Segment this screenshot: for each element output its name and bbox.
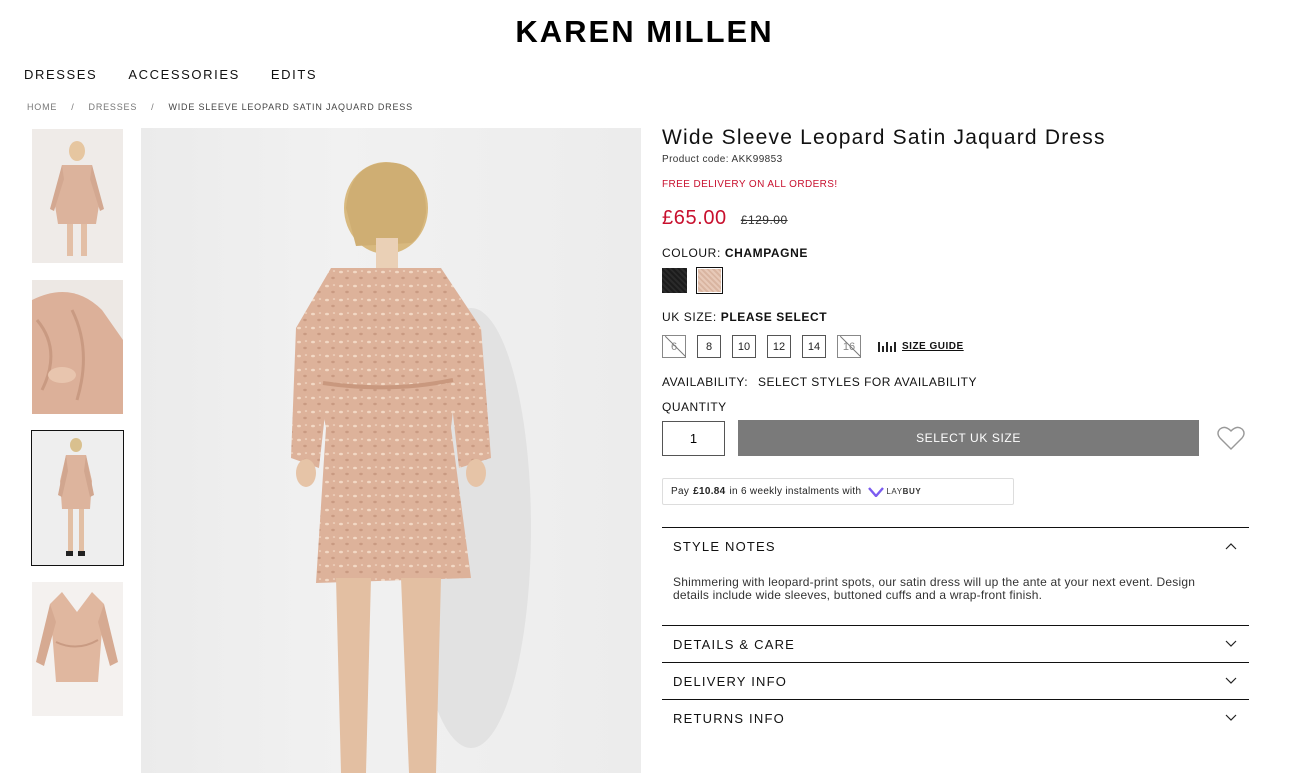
nav-item-edits[interactable]: EDITS	[271, 67, 317, 82]
colour-label: COLOUR: CHAMPAGNE	[662, 246, 1249, 260]
chevron-down-icon	[1225, 714, 1237, 721]
size-14[interactable]: 14	[802, 335, 826, 358]
sleeve-detail-image	[32, 280, 123, 414]
accordion-delivery-info-title: DELIVERY INFO	[673, 673, 788, 689]
accordion-details-care-header[interactable]: DETAILS & CARE	[662, 626, 1249, 662]
accordion-delivery-info: DELIVERY INFO	[662, 662, 1249, 699]
breadcrumb-separator: /	[71, 102, 75, 112]
swatch-black[interactable]	[662, 268, 687, 293]
size-label-text: UK SIZE:	[662, 310, 717, 324]
size-8[interactable]: 8	[697, 335, 721, 358]
accordion-details-care: DETAILS & CARE	[662, 625, 1249, 662]
breadcrumb-current: WIDE SLEEVE LEOPARD SATIN JAQUARD DRESS	[168, 102, 413, 112]
accordion-delivery-info-header[interactable]: DELIVERY INFO	[662, 663, 1249, 699]
chevron-up-icon	[1225, 543, 1237, 550]
quantity-label: QUANTITY	[662, 400, 727, 414]
breadcrumb: HOME / DRESSES / WIDE SLEEVE LEOPARD SAT…	[27, 102, 413, 112]
nav-item-dresses[interactable]: DRESSES	[24, 67, 97, 82]
laybuy-pre: Pay	[671, 486, 690, 497]
accordion-style-notes-title: STYLE NOTES	[673, 538, 776, 554]
laybuy-brand-a: LAY	[886, 487, 903, 496]
availability-label: AVAILABILITY:	[662, 375, 749, 389]
product-code: Product code: AKK99853	[662, 154, 783, 165]
size-12[interactable]: 12	[767, 335, 791, 358]
dress-front-image	[32, 129, 123, 263]
accordion-style-notes-header[interactable]: STYLE NOTES	[662, 528, 1249, 564]
accordion-details-care-title: DETAILS & CARE	[673, 636, 796, 652]
size-16-unavailable[interactable]: 16	[837, 335, 861, 358]
chevron-down-icon	[1225, 677, 1237, 684]
main-nav: DRESSES ACCESSORIES EDITS	[24, 67, 317, 82]
accordion-returns-info-title: RETURNS INFO	[673, 710, 785, 726]
size-10[interactable]: 10	[732, 335, 756, 358]
accordion-style-notes: STYLE NOTES Shimmering with leopard-prin…	[662, 527, 1249, 625]
chevron-down-icon	[1225, 640, 1237, 647]
laybuy-banner[interactable]: Pay £10.84 in 6 weekly instalments with …	[662, 478, 1014, 505]
quantity-input[interactable]	[662, 420, 725, 456]
size-6-unavailable[interactable]: 6	[662, 335, 686, 358]
laybuy-logo: LAY BUY	[868, 486, 921, 497]
product-accordion: STYLE NOTES Shimmering with leopard-prin…	[662, 527, 1249, 736]
breadcrumb-separator: /	[151, 102, 155, 112]
laybuy-post: in 6 weekly instalments with	[729, 486, 862, 497]
laybuy-heart-icon	[868, 487, 885, 497]
thumbnail-back[interactable]	[31, 430, 124, 566]
model-back-view-image	[291, 162, 531, 773]
main-product-image[interactable]	[141, 128, 641, 773]
product-title: Wide Sleeve Leopard Satin Jaquard Dress	[662, 126, 1106, 149]
add-to-bag-row: SELECT UK SIZE	[662, 420, 1249, 456]
size-selector: 6 8 10 12 14 16 SIZE GUIDE	[662, 335, 1249, 358]
size-value: PLEASE SELECT	[720, 310, 828, 324]
thumbnail-sleeve-detail[interactable]	[32, 280, 123, 414]
laybuy-brand-b: BUY	[902, 487, 922, 496]
breadcrumb-home[interactable]: HOME	[27, 102, 57, 112]
free-delivery-banner: FREE DELIVERY ON ALL ORDERS!	[662, 179, 838, 190]
nav-item-accessories[interactable]: ACCESSORIES	[128, 67, 240, 82]
was-price: £129.00	[740, 213, 788, 227]
size-label: UK SIZE: PLEASE SELECT	[662, 310, 1249, 324]
thumbnail-gallery	[31, 129, 124, 733]
colour-swatches	[662, 267, 1249, 294]
laybuy-amount: £10.84	[693, 486, 726, 497]
dress-flat-image	[32, 582, 123, 716]
style-notes-text: Shimmering with leopard-print spots, our…	[673, 575, 1196, 602]
breadcrumb-dresses[interactable]: DRESSES	[89, 102, 138, 112]
thumbnail-flat[interactable]	[32, 582, 123, 716]
sale-price: £65.00	[662, 207, 727, 229]
ruler-icon	[878, 341, 896, 352]
size-guide-link[interactable]: SIZE GUIDE	[878, 341, 964, 352]
swatch-champagne[interactable]	[696, 267, 723, 294]
availability: AVAILABILITY: SELECT STYLES FOR AVAILABI…	[662, 375, 1249, 389]
dress-back-image	[32, 431, 123, 565]
availability-value: SELECT STYLES FOR AVAILABILITY	[757, 375, 978, 389]
accordion-returns-info-header[interactable]: RETURNS INFO	[662, 700, 1249, 736]
colour-value: CHAMPAGNE	[724, 246, 808, 260]
product-info: Wide Sleeve Leopard Satin Jaquard Dress …	[662, 126, 1249, 736]
brand-logo[interactable]: KAREN MILLEN	[0, 14, 1289, 50]
accordion-returns-info: RETURNS INFO	[662, 699, 1249, 736]
select-size-button[interactable]: SELECT UK SIZE	[738, 420, 1199, 456]
wishlist-heart-icon[interactable]	[1216, 424, 1246, 452]
price-row: £65.00 £129.00	[662, 207, 1249, 230]
colour-label-text: COLOUR:	[662, 246, 721, 260]
thumbnail-front[interactable]	[32, 129, 123, 263]
size-guide-label: SIZE GUIDE	[902, 341, 964, 352]
